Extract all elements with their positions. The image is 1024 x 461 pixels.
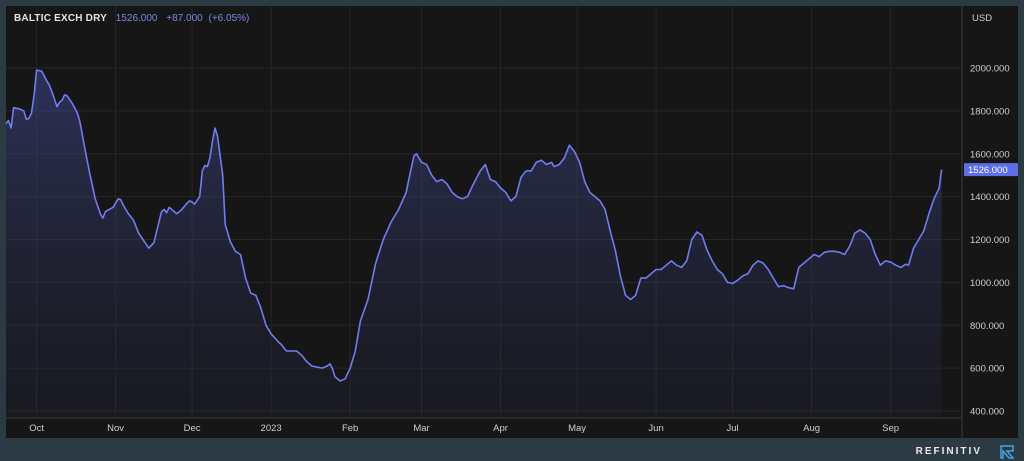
x-tick-label: May bbox=[568, 423, 586, 434]
chart-frame: 400.000 600.000 800.000 1000.000 1200.000 140… bbox=[0, 0, 1024, 461]
x-tick-labels: Oct Nov Dec 2023 Feb Mar Apr May Jun Jul Aug Sep bbox=[29, 423, 899, 434]
y-tick-label: 2000.000 bbox=[970, 64, 1010, 75]
instrument-header: BALTIC EXCH DRY 1526.000 +87.000 (+6.05%… bbox=[14, 13, 249, 24]
instrument-value: 1526.000 bbox=[115, 13, 158, 24]
last-value-label: 1526.000 bbox=[968, 165, 1008, 176]
last-value-tag: 1526.000 bbox=[964, 163, 1018, 177]
x-tick-label: Nov bbox=[107, 423, 124, 434]
x-tick-label: Aug bbox=[803, 423, 820, 434]
chart-svg[interactable]: 400.000 600.000 800.000 1000.000 1200.000 140… bbox=[0, 0, 1024, 461]
y-tick-label: 1600.000 bbox=[970, 149, 1010, 160]
instrument-change: +87.000 bbox=[166, 13, 203, 24]
x-tick-label: Sep bbox=[882, 423, 899, 434]
y-tick-label: 400.000 bbox=[970, 407, 1004, 418]
x-tick-label: Dec bbox=[184, 423, 201, 434]
x-tick-label: Mar bbox=[413, 423, 429, 434]
y-tick-labels: 400.000 600.000 800.000 1000.000 1200.000 140… bbox=[970, 64, 1010, 418]
x-tick-label: 2023 bbox=[261, 423, 282, 434]
x-tick-label: Feb bbox=[342, 423, 358, 434]
instrument-title: BALTIC EXCH DRY bbox=[14, 13, 107, 24]
y-tick-label: 1400.000 bbox=[970, 192, 1010, 203]
refinitiv-logo-icon bbox=[1000, 445, 1014, 459]
brand-name: REFINITIV bbox=[915, 446, 982, 457]
x-tick-label: Apr bbox=[493, 423, 508, 434]
x-tick-label: Jul bbox=[726, 423, 738, 434]
y-tick-label: 1000.000 bbox=[970, 278, 1010, 289]
y-tick-label: 600.000 bbox=[970, 364, 1004, 375]
y-tick-label: 1200.000 bbox=[970, 235, 1010, 246]
x-tick-label: Oct bbox=[29, 423, 44, 434]
y-tick-label: 800.000 bbox=[970, 321, 1004, 332]
x-tick-label: Jun bbox=[648, 423, 663, 434]
y-tick-label: 1800.000 bbox=[970, 106, 1010, 117]
instrument-change-pct: (+6.05%) bbox=[208, 13, 250, 24]
y-axis-unit-label: USD bbox=[972, 13, 992, 24]
